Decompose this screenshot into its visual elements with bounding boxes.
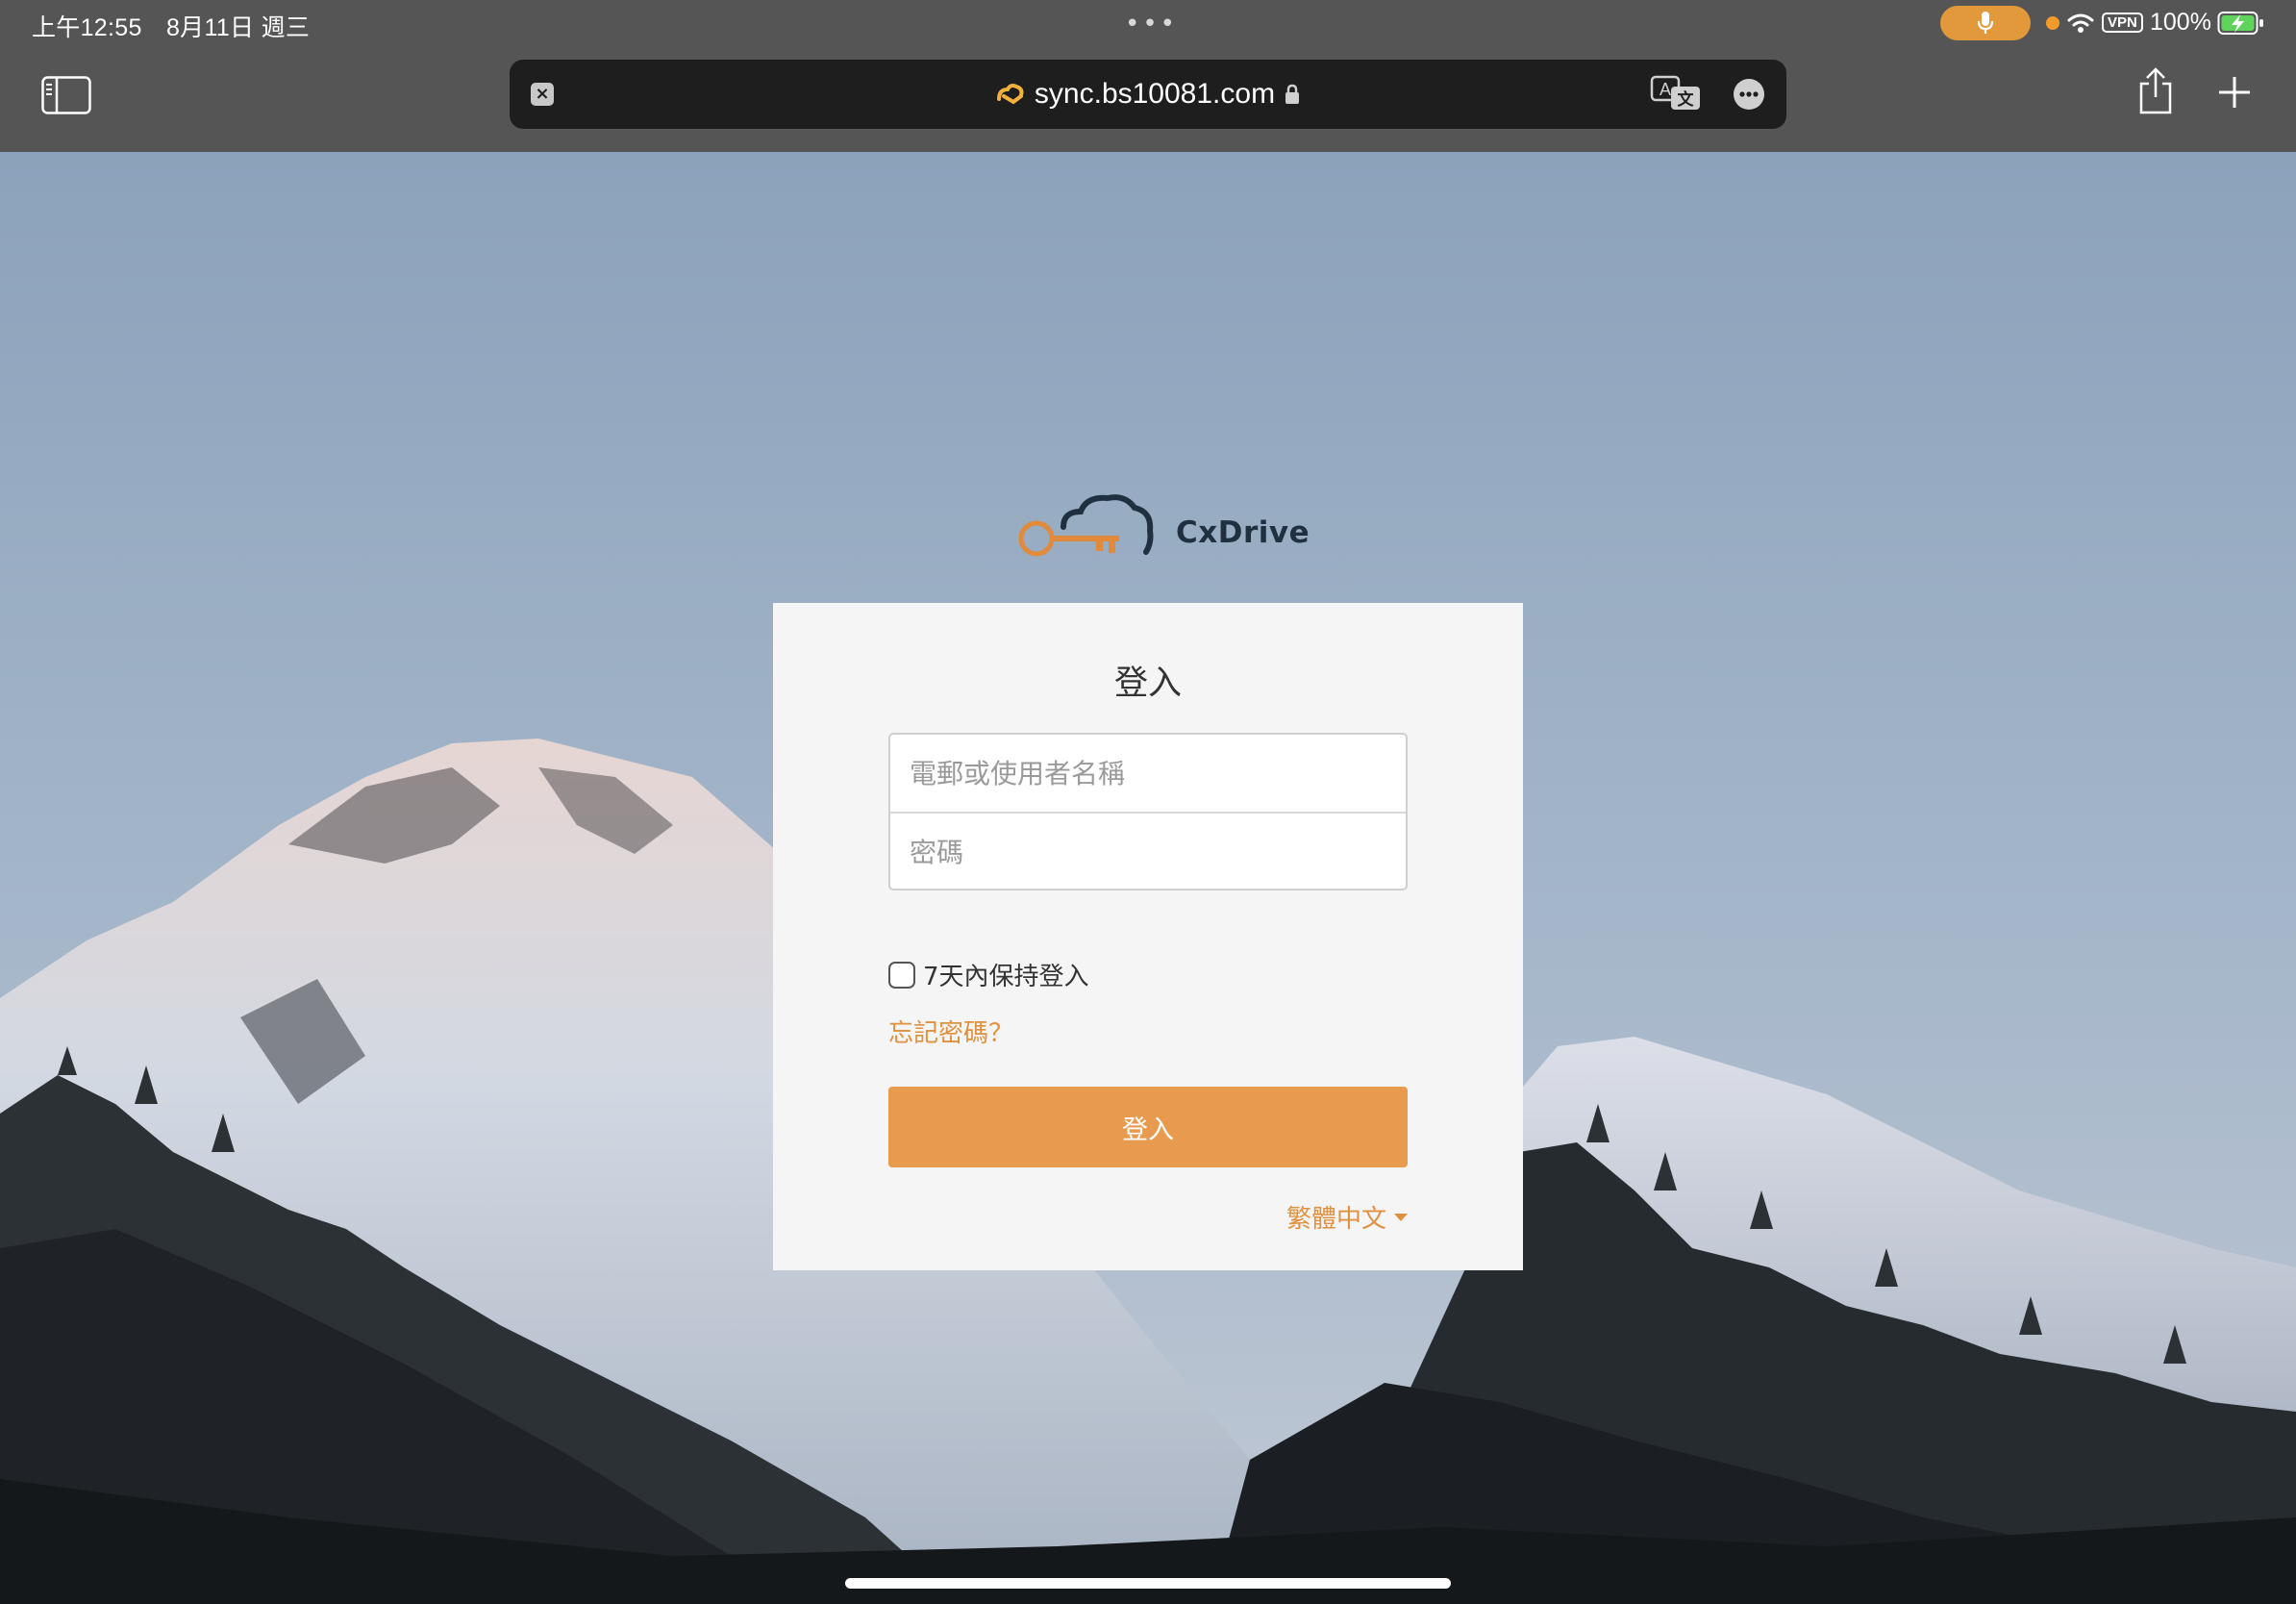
microphone-icon — [1977, 12, 1994, 34]
cloud-key-logo-icon — [1018, 494, 1154, 557]
translate-icon[interactable]: A 文 — [1650, 75, 1704, 113]
plus-icon[interactable] — [2217, 75, 2252, 110]
status-time: 上午12:55 8月11日 週三 — [32, 14, 311, 41]
svg-text:文: 文 — [1678, 89, 1695, 110]
sidebar-icon[interactable] — [41, 76, 91, 114]
login-card: 登入 7天內保持登入 忘記密碼？ 登入 繁體中文 — [773, 603, 1523, 1270]
brand-name: CxDrive — [1176, 515, 1310, 550]
login-button[interactable]: 登入 — [888, 1087, 1408, 1167]
microphone-indicator — [1940, 6, 2031, 40]
browser-chrome: 上午12:55 8月11日 週三 ••• VPN 100% × sync.bs1… — [0, 0, 2296, 152]
site-icon — [996, 84, 1024, 105]
password-input[interactable] — [890, 814, 1406, 890]
status-bar: 上午12:55 8月11日 週三 ••• VPN 100% — [0, 0, 2296, 46]
credentials-group — [888, 733, 1408, 890]
vpn-badge: VPN — [2102, 13, 2143, 33]
privacy-indicator-dot — [2046, 16, 2059, 30]
address-bar[interactable]: × sync.bs10081.com A 文 — [510, 60, 1786, 129]
cxdrive-logo: CxDrive — [1015, 489, 1310, 562]
share-icon[interactable] — [2136, 67, 2175, 115]
wifi-icon — [2067, 13, 2094, 33]
username-input[interactable] — [890, 735, 1406, 812]
home-indicator[interactable] — [845, 1578, 1451, 1589]
remember-me-checkbox[interactable] — [888, 961, 915, 989]
lock-icon — [1285, 84, 1300, 104]
url-display: sync.bs10081.com — [510, 60, 1786, 129]
battery-percentage: 100% — [2150, 9, 2211, 36]
screen: 上午12:55 8月11日 週三 ••• VPN 100% × sync.bs1… — [0, 0, 2296, 1604]
remember-me[interactable]: 7天內保持登入 — [888, 957, 1089, 992]
svg-text:A: A — [1660, 80, 1671, 99]
language-label: 繁體中文 — [1285, 1205, 1386, 1234]
url-text: sync.bs10081.com — [1034, 78, 1276, 110]
multitasking-dots-icon[interactable]: ••• — [1125, 10, 1178, 38]
login-title: 登入 — [1113, 664, 1182, 703]
battery-charging-icon — [2217, 12, 2263, 35]
language-selector[interactable]: 繁體中文 — [1286, 1199, 1408, 1235]
caret-down-icon — [1394, 1213, 1408, 1221]
remember-me-label: 7天內保持登入 — [923, 963, 1089, 991]
forgot-password-link[interactable]: 忘記密碼？ — [888, 1014, 1013, 1049]
more-icon[interactable] — [1733, 78, 1765, 111]
clear-url-button[interactable]: × — [531, 83, 554, 106]
